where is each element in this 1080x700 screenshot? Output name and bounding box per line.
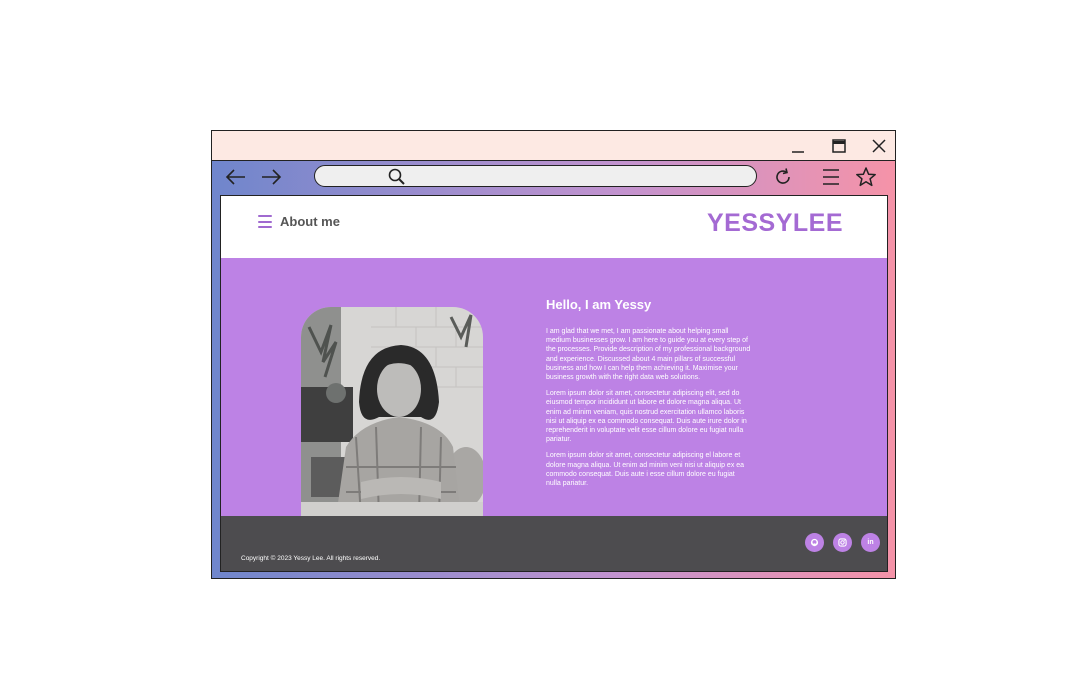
github-icon[interactable] <box>805 533 824 552</box>
hero-section: Hello, I am Yessy I am glad that we met,… <box>221 258 887 517</box>
browser-window: About me YESSYLEE Hello, I am Yessy I am… <box>211 130 896 579</box>
minimize-icon[interactable] <box>785 135 811 157</box>
about-me-menu-link[interactable]: About me <box>258 214 340 229</box>
site-footer: Copyright © 2023 Yessy Lee. All rights r… <box>221 516 887 571</box>
address-bar[interactable] <box>314 165 757 187</box>
linkedin-label: in <box>867 539 874 546</box>
browser-toolbar <box>212 160 895 194</box>
about-paragraph-2: Lorem ipsum dolor sit amet, consectetur … <box>546 390 747 444</box>
reload-icon[interactable] <box>770 164 796 190</box>
about-paragraph-3: Lorem ipsum dolor sit amet, consectetur … <box>546 452 745 488</box>
linkedin-icon[interactable]: in <box>861 533 880 552</box>
search-icon <box>387 167 407 187</box>
browser-menu-icon[interactable] <box>818 164 844 190</box>
instagram-icon[interactable] <box>833 533 852 552</box>
site-header: About me YESSYLEE <box>221 196 887 258</box>
about-content: Hello, I am Yessy I am glad that we met,… <box>546 297 751 495</box>
bookmark-star-icon[interactable] <box>853 164 879 190</box>
about-paragraph-1: I am glad that we met, I am passionate a… <box>546 328 751 382</box>
hamburger-icon <box>258 215 272 228</box>
site-logo[interactable]: YESSYLEE <box>707 209 843 238</box>
forward-arrow-icon[interactable] <box>258 164 284 190</box>
menu-label: About me <box>280 214 340 229</box>
profile-photo <box>301 307 483 517</box>
web-page: About me YESSYLEE Hello, I am Yessy I am… <box>220 195 888 572</box>
maximize-icon[interactable] <box>826 135 852 157</box>
hero-heading: Hello, I am Yessy <box>546 297 652 312</box>
back-arrow-icon[interactable] <box>223 164 249 190</box>
close-icon[interactable] <box>866 135 892 157</box>
copyright-text: Copyright © 2023 Yessy Lee. All rights r… <box>241 555 381 562</box>
title-bar <box>212 131 895 161</box>
